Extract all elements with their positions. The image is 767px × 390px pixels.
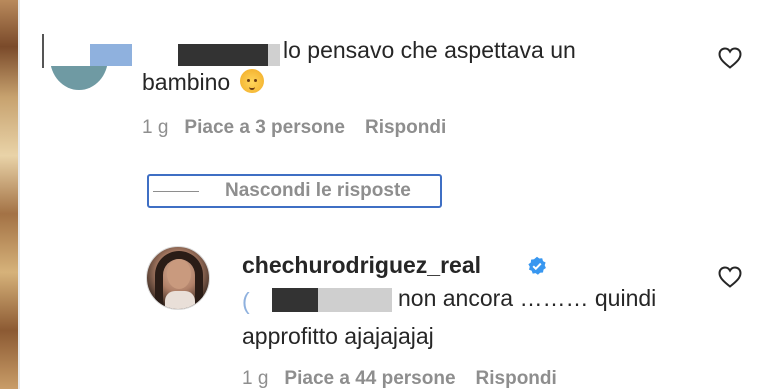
reply-button[interactable]: Rispondi — [365, 117, 446, 138]
comment-meta: 1 g Piace a 3 persone Rispondi — [142, 117, 466, 139]
comment-text: approfitto ajajajajaj — [242, 323, 434, 349]
background-photo-strip — [0, 0, 18, 389]
redacted-username — [268, 44, 280, 66]
hide-replies-label: Nascondi le risposte — [225, 180, 411, 201]
heart-icon[interactable] — [718, 266, 742, 288]
mention-prefix: ( — [242, 288, 250, 314]
divider — [18, 0, 20, 389]
reply-button[interactable]: Rispondi — [476, 368, 557, 389]
hide-replies-button[interactable]: Nascondi le risposte — [147, 174, 442, 208]
redacted-mention — [272, 288, 318, 312]
redacted-username — [90, 44, 132, 66]
verified-badge-icon — [528, 256, 546, 275]
comment-time: 1 g — [142, 117, 169, 138]
username-link[interactable]: chechurodriguez_real — [242, 252, 481, 279]
comment-text: non ancora ……… quindi — [398, 285, 657, 311]
avatar[interactable] — [146, 246, 210, 310]
comment-meta: 1 g Piace a 44 persone Rispondi — [242, 368, 577, 390]
redacted-username — [178, 44, 268, 66]
likes-count-link[interactable]: Piace a 3 persone — [184, 117, 345, 138]
divider — [153, 190, 199, 192]
text-cursor — [42, 34, 44, 68]
redacted-mention — [318, 288, 392, 312]
comment-time: 1 g — [242, 368, 269, 389]
comment-text: bambino — [142, 64, 265, 100]
baby-emoji-icon — [240, 69, 265, 93]
comment-text: lo pensavo che aspettava un — [283, 37, 576, 63]
likes-count-link[interactable]: Piace a 44 persone — [284, 368, 455, 389]
heart-icon[interactable] — [718, 47, 742, 69]
